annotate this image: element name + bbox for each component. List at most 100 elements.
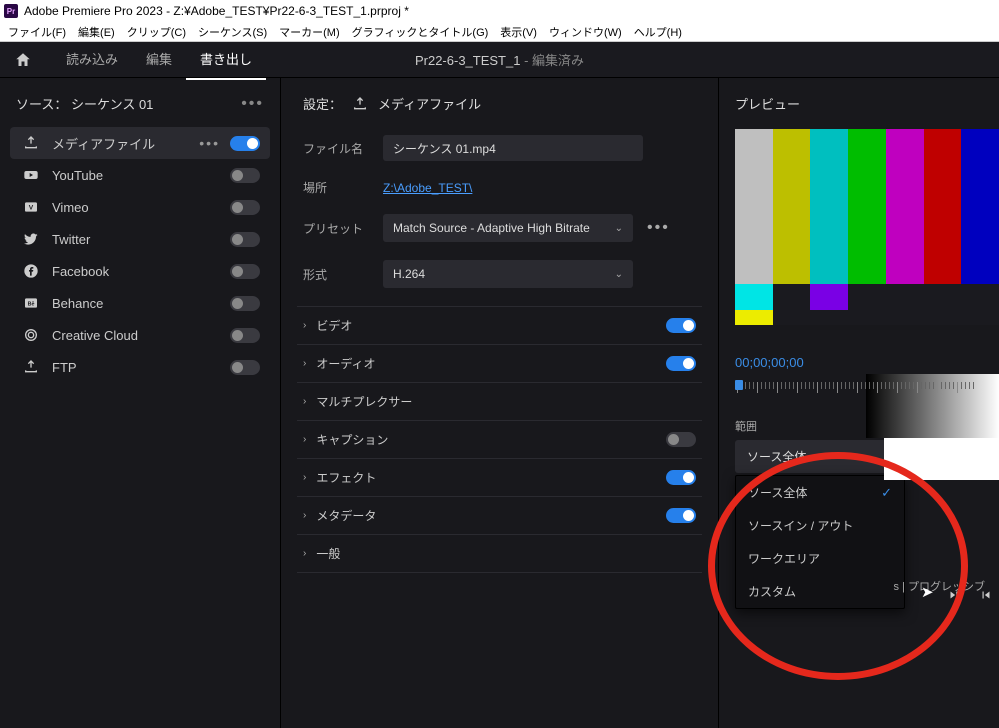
destination-toggle[interactable] — [230, 168, 260, 183]
workspace-nav: 読み込み 編集 書き出し Pr22-6-3_TEST_1 - 編集済み — [0, 42, 999, 78]
chevron-right-icon: › — [303, 434, 306, 445]
menu-view[interactable]: 表示(V) — [494, 24, 543, 40]
export-icon — [352, 96, 368, 112]
section-mux[interactable]: › マルチプレクサー — [297, 382, 702, 420]
destination-toggle[interactable] — [230, 328, 260, 343]
playhead-icon[interactable] — [735, 380, 743, 390]
menu-graphics[interactable]: グラフィックとタイトル(G) — [346, 24, 495, 40]
section-video[interactable]: › ビデオ — [297, 306, 702, 344]
white-block — [884, 438, 999, 480]
behance-icon: Bē — [20, 295, 42, 311]
more-icon[interactable]: ••• — [199, 135, 220, 151]
menu-edit[interactable]: 編集(E) — [72, 24, 121, 40]
section-effects[interactable]: › エフェクト — [297, 458, 702, 496]
location-link[interactable]: Z:\Adobe_TEST\ — [383, 181, 472, 195]
destination-list: メディアファイル ••• YouTube V Vimeo Twitter Fac… — [10, 127, 270, 383]
destination-media[interactable]: メディアファイル ••• — [10, 127, 270, 159]
destination-label: Behance — [52, 296, 230, 311]
section-label: マルチプレクサー — [316, 393, 696, 410]
format-select[interactable]: H.264 ⌄ — [383, 260, 633, 288]
destination-vimeo[interactable]: V Vimeo — [10, 191, 270, 223]
menu-window[interactable]: ウィンドウ(W) — [543, 24, 628, 40]
tab-import[interactable]: 読み込み — [52, 39, 132, 80]
range-option[interactable]: カスタム — [736, 575, 904, 608]
destination-toggle[interactable] — [230, 232, 260, 247]
chevron-down-icon: ⌄ — [615, 223, 623, 234]
home-button[interactable] — [12, 49, 34, 71]
filename-input[interactable] — [383, 135, 643, 161]
destination-toggle[interactable] — [230, 264, 260, 279]
destination-label: Vimeo — [52, 200, 230, 215]
facebook-icon — [20, 263, 42, 279]
destination-label: Twitter — [52, 232, 230, 247]
tab-export[interactable]: 書き出し — [186, 39, 266, 80]
menu-clip[interactable]: クリップ(C) — [121, 24, 192, 40]
section-toggle[interactable] — [666, 508, 696, 523]
export-icon — [20, 135, 42, 151]
section-audio[interactable]: › オーディオ — [297, 344, 702, 382]
destination-label: メディアファイル — [52, 134, 199, 153]
destination-toggle[interactable] — [230, 200, 260, 215]
twitter-icon — [20, 231, 42, 247]
destination-behance[interactable]: Bē Behance — [10, 287, 270, 319]
svg-text:Bē: Bē — [28, 301, 35, 307]
destination-label: Creative Cloud — [52, 328, 230, 343]
nav-tabs: 読み込み 編集 書き出し — [52, 39, 266, 80]
preset-select[interactable]: Match Source - Adaptive High Bitrate ⌄ — [383, 214, 633, 242]
chevron-right-icon: › — [303, 320, 306, 331]
window-titlebar: Pr Adobe Premiere Pro 2023 - Z:¥Adobe_TE… — [0, 0, 999, 22]
section-toggle[interactable] — [666, 432, 696, 447]
settings-panel: 設定： メディアファイル ファイル名 場所 Z:\Adobe_TEST\ プリセ… — [280, 78, 719, 728]
destination-toggle[interactable] — [230, 296, 260, 311]
range-option[interactable]: ソースイン / アウト — [736, 509, 904, 542]
destination-twitter[interactable]: Twitter — [10, 223, 270, 255]
source-header: ソース： シーケンス 01 ••• — [10, 94, 270, 127]
ftp-icon — [20, 359, 42, 375]
destination-youtube[interactable]: YouTube — [10, 159, 270, 191]
section-label: キャプション — [316, 431, 666, 448]
preview-video — [735, 129, 999, 337]
main-area: ソース： シーケンス 01 ••• メディアファイル ••• YouTube V… — [0, 78, 999, 728]
annotation-cursor-icon: ➤ — [921, 583, 934, 601]
range-option[interactable]: ワークエリア — [736, 542, 904, 575]
timecode[interactable]: 00;00;00;00 — [735, 355, 999, 370]
menu-file[interactable]: ファイル(F) — [2, 24, 72, 40]
destination-toggle[interactable] — [230, 136, 260, 151]
preview-footer-text: s | プログレッシブ — [894, 578, 985, 594]
chevron-right-icon: › — [303, 358, 306, 369]
cc-icon — [20, 327, 42, 343]
project-name: Pr22-6-3_TEST_1 - 編集済み — [415, 50, 584, 69]
range-option[interactable]: ソース全体✓ — [736, 476, 904, 509]
preview-panel: プレビュー 00;00;00;00 範囲 ソース全体 ⌄ — [719, 78, 999, 728]
chevron-right-icon: › — [303, 396, 306, 407]
source-more-icon[interactable]: ••• — [241, 95, 264, 113]
window-title: Adobe Premiere Pro 2023 - Z:¥Adobe_TEST¥… — [24, 4, 409, 18]
format-label: 形式 — [303, 266, 383, 283]
menu-marker[interactable]: マーカー(M) — [273, 24, 346, 40]
section-toggle[interactable] — [666, 318, 696, 333]
section-label: ビデオ — [316, 317, 666, 334]
destination-label: Facebook — [52, 264, 230, 279]
section-toggle[interactable] — [666, 356, 696, 371]
menu-sequence[interactable]: シーケンス(S) — [192, 24, 273, 40]
menu-help[interactable]: ヘルプ(H) — [628, 24, 688, 40]
section-caption[interactable]: › キャプション — [297, 420, 702, 458]
section-general[interactable]: › 一般 — [297, 534, 702, 573]
range-select[interactable]: ソース全体 ⌄ — [735, 440, 905, 473]
chevron-right-icon: › — [303, 472, 306, 483]
location-label: 場所 — [303, 179, 383, 196]
youtube-icon — [20, 167, 42, 183]
preset-more-icon[interactable]: ••• — [647, 219, 670, 237]
destination-cc[interactable]: Creative Cloud — [10, 319, 270, 351]
section-toggle[interactable] — [666, 470, 696, 485]
destination-facebook[interactable]: Facebook — [10, 255, 270, 287]
tab-edit[interactable]: 編集 — [132, 39, 186, 80]
source-value[interactable]: シーケンス 01 — [71, 97, 153, 112]
settings-sections: › ビデオ › オーディオ › マルチプレクサー › キャプション › エフェク… — [297, 306, 702, 573]
destination-ftp[interactable]: FTP — [10, 351, 270, 383]
section-label: オーディオ — [316, 355, 666, 372]
source-panel: ソース： シーケンス 01 ••• メディアファイル ••• YouTube V… — [0, 78, 280, 728]
destination-toggle[interactable] — [230, 360, 260, 375]
timeline-ruler[interactable] — [735, 382, 999, 398]
section-metadata[interactable]: › メタデータ — [297, 496, 702, 534]
